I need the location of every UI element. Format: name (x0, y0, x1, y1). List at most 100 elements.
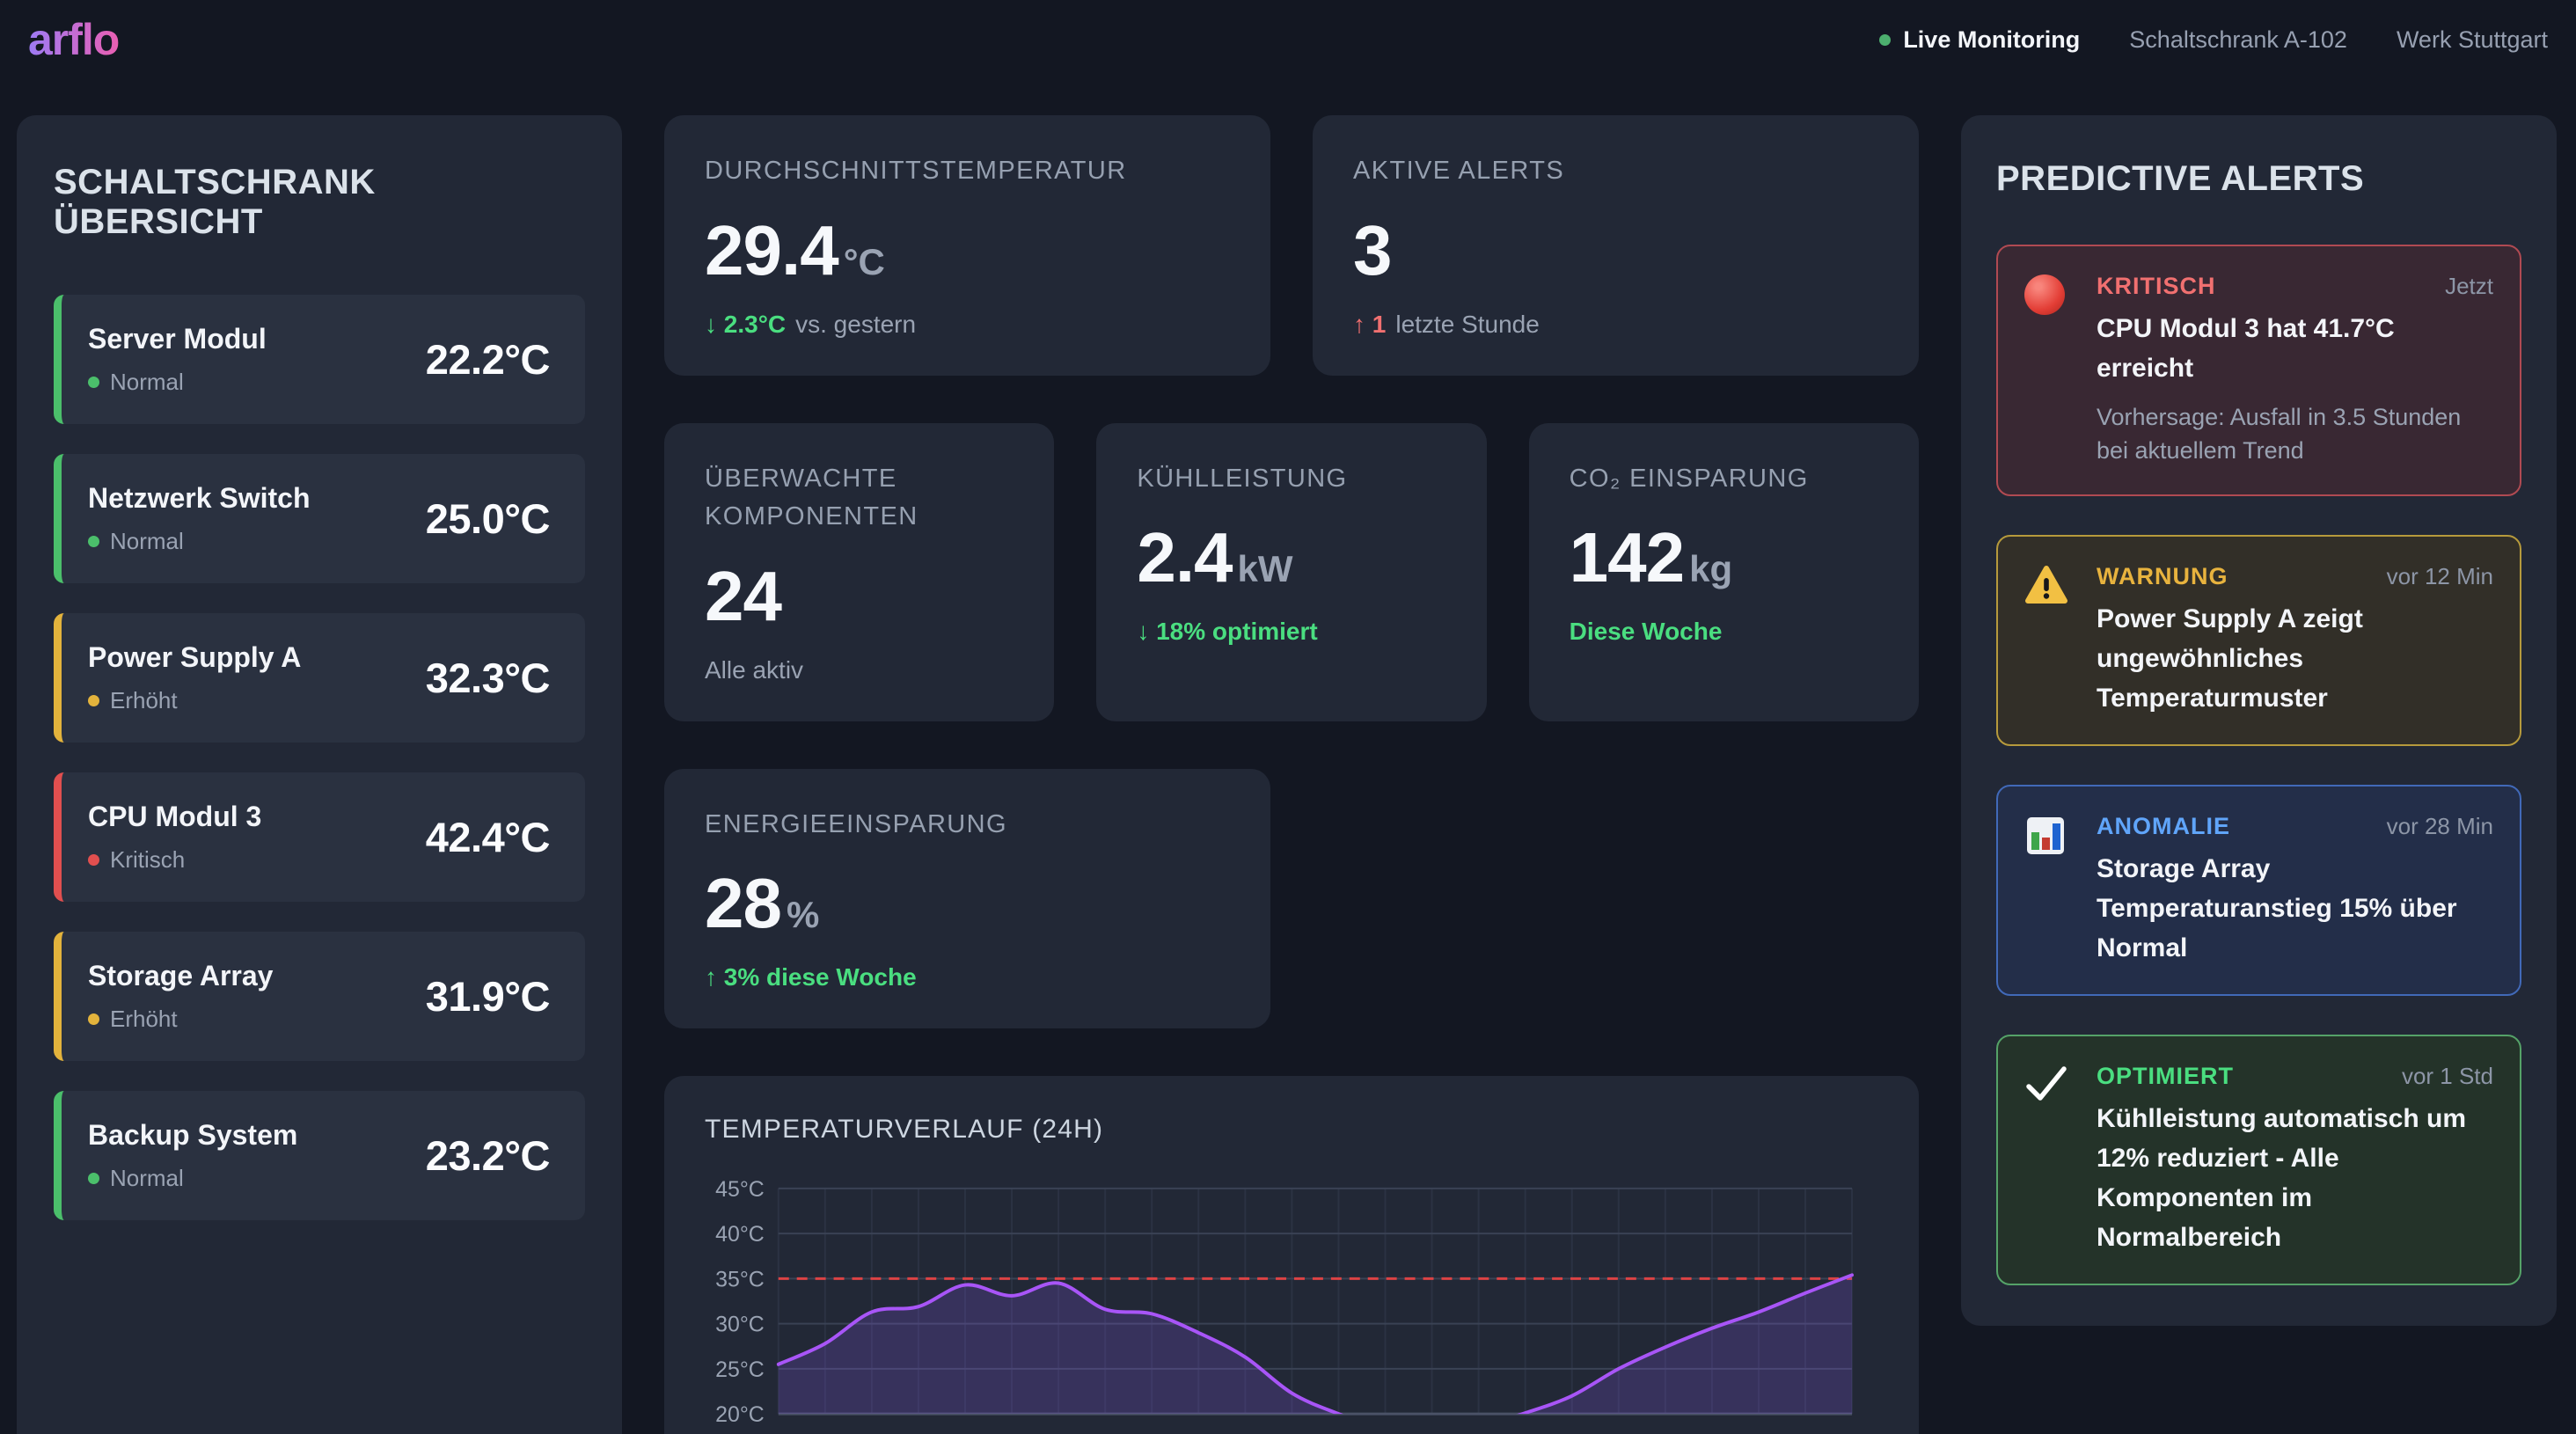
delta-note: letzte Stunde (1395, 311, 1539, 339)
plant-selector[interactable]: Werk Stuttgart (2397, 26, 2548, 54)
stat-unit: % (787, 894, 819, 936)
alert-card-anomaly[interactable]: ANOMALIE vor 28 Min Storage Array Temper… (1996, 785, 2521, 996)
component-item-storage-array[interactable]: Storage Array Erhöht 31.9°C (54, 932, 585, 1061)
alert-severity: KRITISCH (2097, 273, 2216, 300)
alert-time: vor 1 Std (2402, 1063, 2493, 1090)
component-name: Backup System (88, 1119, 297, 1152)
logo[interactable]: arflo (28, 14, 119, 65)
status-dot (88, 377, 99, 388)
stat-unit: °C (844, 241, 885, 283)
stat-delta: ↑ 1 letzte Stunde (1353, 311, 1878, 339)
header-nav: Live Monitoring Schaltschrank A-102 Werk… (1879, 26, 2548, 54)
stat-card-energy-savings: ENERGIEEINSPARUNG 28 % ↑ 3% diese Woche (664, 769, 1270, 1029)
stat-value: 29.4 °C (705, 216, 1230, 286)
component-name: Power Supply A (88, 641, 301, 674)
alert-icon-wrap (2024, 563, 2074, 718)
status-label: Normal (110, 1165, 184, 1192)
temperature-chart-card: TEMPERATURVERLAUF (24H) 20°C25°C30°C35°C… (664, 1076, 1919, 1434)
alert-time: vor 12 Min (2387, 563, 2493, 590)
component-status: Normal (88, 1165, 297, 1192)
component-item-server-modul[interactable]: Server Modul Normal 22.2°C (54, 295, 585, 424)
svg-text:20°C: 20°C (715, 1402, 765, 1427)
alert-header: KRITISCH Jetzt (2097, 273, 2493, 300)
component-item-backup-system[interactable]: Backup System Normal 23.2°C (54, 1091, 585, 1220)
stat-value: 142 kg (1570, 523, 1878, 593)
component-info: Netzwerk Switch Normal (88, 482, 311, 555)
alert-icon-wrap (2024, 1063, 2074, 1257)
stat-card-cooling-power: KÜHLLEISTUNG 2.4 kW ↓ 18% optimiert (1096, 423, 1486, 721)
component-name: Netzwerk Switch (88, 482, 311, 515)
alert-time: vor 28 Min (2387, 813, 2493, 840)
alerts-title: PREDICTIVE ALERTS (1996, 159, 2521, 199)
alert-message: Kühlleistung automatisch um 12% reduzier… (2097, 1099, 2493, 1257)
alert-message: CPU Modul 3 hat 41.7°C erreicht (2097, 309, 2493, 388)
note-text: Alle aktiv (705, 656, 803, 684)
sidebar-title: SCHALTSCHRANK ÜBERSICHT (54, 163, 585, 242)
component-item-cpu-modul-3[interactable]: CPU Modul 3 Kritisch 42.4°C (54, 772, 585, 902)
component-temperature: 32.3°C (426, 654, 550, 702)
live-monitoring-label: Live Monitoring (1903, 26, 2080, 54)
stat-value: 3 (1353, 216, 1878, 286)
stat-number: 2.4 (1137, 523, 1232, 593)
alert-card-warning[interactable]: WARNUNG vor 12 Min Power Supply A zeigt … (1996, 535, 2521, 746)
alert-time: Jetzt (2445, 273, 2493, 300)
warning-triangle-icon (2024, 565, 2068, 605)
predictive-alerts-panel: PREDICTIVE ALERTS KRITISCH Jetzt CPU Mod… (1961, 115, 2557, 1326)
stat-number: 28 (705, 868, 781, 939)
status-label: Erhöht (110, 1006, 178, 1033)
red-circle-icon (2024, 274, 2065, 315)
stat-label: ENERGIEEINSPARUNG (705, 806, 1230, 845)
component-temperature: 23.2°C (426, 1131, 550, 1180)
stats-column: DURCHSCHNITTSTEMPERATUR 29.4 °C ↓ 2.3°C … (664, 115, 1919, 1434)
chart-title: TEMPERATURVERLAUF (24H) (705, 1115, 1878, 1145)
component-info: Storage Array Erhöht (88, 960, 273, 1033)
stat-card-co2-savings: CO₂ EINSPARUNG 142 kg Diese Woche (1529, 423, 1919, 721)
stats-row-3: ENERGIEEINSPARUNG 28 % ↑ 3% diese Woche (664, 769, 1919, 1029)
component-name: CPU Modul 3 (88, 801, 261, 833)
stat-label: AKTIVE ALERTS (1353, 152, 1878, 191)
stat-number: 142 (1570, 523, 1684, 593)
component-name: Server Modul (88, 323, 267, 355)
stat-value: 24 (705, 561, 1014, 632)
component-temperature: 25.0°C (426, 494, 550, 543)
alert-message: Storage Array Temperaturanstieg 15% über… (2097, 849, 2493, 968)
alert-header: WARNUNG vor 12 Min (2097, 563, 2493, 590)
alert-message: Power Supply A zeigt ungewöhnliches Temp… (2097, 599, 2493, 718)
stat-delta: ↓ 18% optimiert (1137, 618, 1445, 646)
component-item-power-supply-a[interactable]: Power Supply A Erhöht 32.3°C (54, 613, 585, 743)
status-dot (88, 1013, 99, 1025)
component-name: Storage Array (88, 960, 273, 992)
stat-note: Diese Woche (1570, 618, 1878, 646)
stat-unit: kW (1238, 548, 1293, 590)
alert-card-critical[interactable]: KRITISCH Jetzt CPU Modul 3 hat 41.7°C er… (1996, 245, 2521, 496)
status-label: Erhöht (110, 687, 178, 714)
component-temperature: 42.4°C (426, 813, 550, 861)
live-monitoring-status[interactable]: Live Monitoring (1879, 26, 2080, 54)
delta-value: ↓ 2.3°C (705, 311, 786, 339)
component-info: Power Supply A Erhöht (88, 641, 301, 714)
stat-label: CO₂ EINSPARUNG (1570, 460, 1878, 499)
alert-icon-wrap (2024, 273, 2074, 468)
stat-unit: kg (1689, 548, 1732, 590)
alert-header: OPTIMIERT vor 1 Std (2097, 1063, 2493, 1090)
status-dot (88, 1173, 99, 1184)
delta-value: ↑ 3% diese Woche (705, 963, 917, 991)
component-info: Server Modul Normal (88, 323, 267, 396)
component-status: Normal (88, 528, 311, 555)
alert-card-optimized[interactable]: OPTIMIERT vor 1 Std Kühlleistung automat… (1996, 1035, 2521, 1285)
svg-text:40°C: 40°C (715, 1222, 765, 1247)
stat-delta: ↓ 2.3°C vs. gestern (705, 311, 1230, 339)
stat-value: 2.4 kW (1137, 523, 1445, 593)
alert-severity: WARNUNG (2097, 563, 2228, 590)
component-item-netzwerk-switch[interactable]: Netzwerk Switch Normal 25.0°C (54, 454, 585, 583)
live-status-dot (1879, 34, 1891, 46)
alert-body: ANOMALIE vor 28 Min Storage Array Temper… (2097, 813, 2493, 968)
cabinet-selector[interactable]: Schaltschrank A-102 (2129, 26, 2347, 54)
stat-number: 29.4 (705, 216, 838, 286)
stat-number: 3 (1353, 216, 1392, 286)
temperature-chart: 20°C25°C30°C35°C40°C45°C0h1h2h3h4h5h6h7h… (705, 1164, 1878, 1434)
component-status: Erhöht (88, 687, 301, 714)
svg-text:30°C: 30°C (715, 1313, 765, 1337)
component-info: CPU Modul 3 Kritisch (88, 801, 261, 874)
alert-body: WARNUNG vor 12 Min Power Supply A zeigt … (2097, 563, 2493, 718)
